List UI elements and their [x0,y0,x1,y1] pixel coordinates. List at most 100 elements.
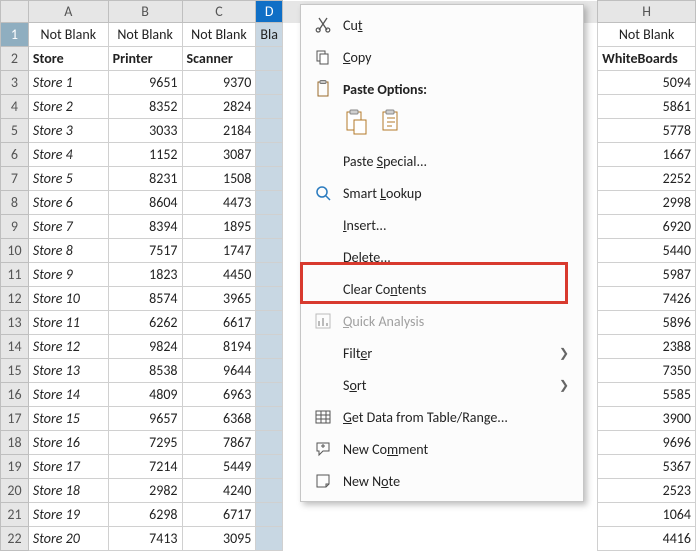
cell[interactable] [256,335,283,359]
cell[interactable]: 6368 [182,407,256,431]
cell[interactable]: 7867 [182,431,256,455]
cell[interactable]: 8538 [108,359,182,383]
cell[interactable]: 7295 [108,431,182,455]
cell[interactable]: 2388 [598,335,696,359]
cell[interactable]: 4240 [182,479,256,503]
cell[interactable]: 5367 [598,455,696,479]
menu-delete[interactable]: Delete... [301,241,583,273]
cell[interactable]: Store 18 [28,479,108,503]
menu-copy[interactable]: Copy [301,41,583,73]
cell[interactable]: 9651 [108,71,182,95]
cell[interactable]: 1508 [182,167,256,191]
row-header[interactable]: 15 [1,359,29,383]
cell[interactable] [256,119,283,143]
row-header[interactable]: 14 [1,335,29,359]
cell[interactable] [256,263,283,287]
cell[interactable] [256,287,283,311]
cell[interactable]: 8604 [108,191,182,215]
cell[interactable]: 4473 [182,191,256,215]
col-header-D[interactable]: D [256,1,283,23]
cell[interactable]: Store 16 [28,431,108,455]
cell[interactable]: 5440 [598,239,696,263]
cell[interactable]: 3965 [182,287,256,311]
cell[interactable]: 6262 [108,311,182,335]
select-all-corner[interactable] [1,1,29,23]
cell[interactable]: 5585 [598,383,696,407]
row-header[interactable]: 20 [1,479,29,503]
cell[interactable]: 7517 [108,239,182,263]
row-header[interactable]: 7 [1,167,29,191]
cell[interactable]: 2523 [598,479,696,503]
cell[interactable] [256,71,283,95]
cell[interactable]: 2184 [182,119,256,143]
table-row[interactable]: 22Store 20741330954416 [1,527,696,551]
row-header[interactable]: 5 [1,119,29,143]
row-header[interactable]: 3 [1,71,29,95]
cell[interactable]: Store 20 [28,527,108,551]
col-header-B[interactable]: B [108,1,182,23]
cell[interactable]: 1823 [108,263,182,287]
cell[interactable]: 2252 [598,167,696,191]
row-header[interactable]: 17 [1,407,29,431]
row-header[interactable]: 10 [1,239,29,263]
row-header[interactable]: 19 [1,455,29,479]
cell[interactable]: Bla [256,23,283,47]
col-header-H[interactable]: H [598,1,696,23]
col-header-C[interactable]: C [182,1,256,23]
cell[interactable]: 3095 [182,527,256,551]
cell[interactable]: 6617 [182,311,256,335]
cell[interactable]: 9824 [108,335,182,359]
cell[interactable]: Store 7 [28,215,108,239]
cell[interactable]: 5094 [598,71,696,95]
cell[interactable]: Store [28,47,108,71]
cell[interactable]: 6920 [598,215,696,239]
cell[interactable]: 5449 [182,455,256,479]
cell[interactable]: 5861 [598,95,696,119]
cell[interactable]: Store 10 [28,287,108,311]
cell[interactable]: 4450 [182,263,256,287]
cell[interactable] [256,455,283,479]
row-header[interactable]: 11 [1,263,29,287]
cell[interactable]: 3900 [598,407,696,431]
cell[interactable]: Scanner [182,47,256,71]
cell[interactable]: 7214 [108,455,182,479]
cell[interactable]: Store 14 [28,383,108,407]
cell[interactable]: 8194 [182,335,256,359]
cell[interactable]: Not Blank [182,23,256,47]
cell[interactable] [256,503,283,527]
menu-cut[interactable]: Cut [301,9,583,41]
row-header[interactable]: 22 [1,527,29,551]
cell[interactable] [256,359,283,383]
cell[interactable]: 8394 [108,215,182,239]
cell[interactable]: Not Blank [108,23,182,47]
cell[interactable]: 2982 [108,479,182,503]
row-header[interactable]: 21 [1,503,29,527]
cell[interactable]: Not Blank [598,23,696,47]
cell[interactable] [256,527,283,551]
cell[interactable]: WhiteBoards [598,47,696,71]
cell[interactable]: 5896 [598,311,696,335]
cell[interactable]: Store 5 [28,167,108,191]
menu-new-note[interactable]: New Note [301,465,583,497]
cell[interactable]: 3033 [108,119,182,143]
cell[interactable] [256,407,283,431]
cell[interactable]: 8352 [108,95,182,119]
row-header[interactable]: 1 [1,23,29,47]
cell[interactable]: 1667 [598,143,696,167]
cell[interactable]: 1152 [108,143,182,167]
col-header-A[interactable]: A [28,1,108,23]
cell[interactable]: Store 17 [28,455,108,479]
row-header[interactable]: 16 [1,383,29,407]
cell[interactable]: 7350 [598,359,696,383]
cell[interactable] [256,239,283,263]
cell[interactable] [256,383,283,407]
cell[interactable]: Store 13 [28,359,108,383]
cell[interactable] [256,191,283,215]
cell[interactable]: 5987 [598,263,696,287]
cell[interactable]: 8574 [108,287,182,311]
cell[interactable]: Not Blank [28,23,108,47]
menu-sort[interactable]: Sort ❯ [301,369,583,401]
cell[interactable] [256,143,283,167]
cell[interactable]: 6963 [182,383,256,407]
cell[interactable]: 4416 [598,527,696,551]
